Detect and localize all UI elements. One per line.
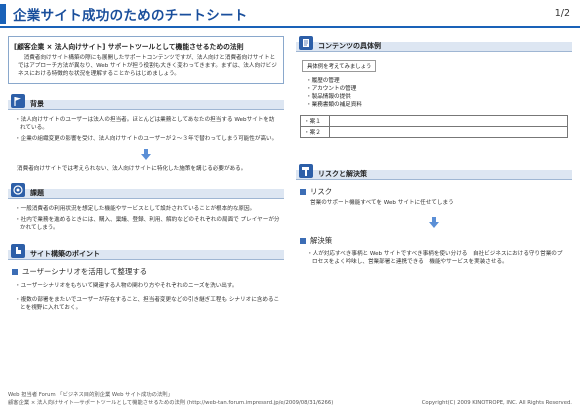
table-cell[interactable] (329, 126, 568, 138)
footer-copyright: Copyright(C) 2009 KINOTROPE, INC. All Ri… (421, 400, 572, 406)
hammer-icon (299, 164, 313, 178)
header-rule (0, 26, 580, 28)
table-row: ・案１ (300, 115, 568, 127)
list-item: ・企業の組織変更の影響を受け、法人向けサイトのユーザーが２～３年で替わってしまう… (15, 136, 278, 142)
down-arrow-icon (12, 145, 280, 164)
section-risks-header: リスクと解決策 (296, 164, 572, 180)
page-title: 企業サイト成功のためのチートシート (13, 8, 248, 24)
points-subheading-text: ユーザーシナリオを活用して整理する (22, 267, 148, 276)
risk-subheading: リスク (300, 186, 568, 197)
section-issues-title: 課題 (30, 189, 44, 197)
risks-body: リスク 営業のサポート機能すべてを Web サイトに任せてしまう 解決策 ・人が… (296, 179, 572, 266)
left-column: [顧客企業 × 法人向けサイト] サポートツールとして機能させるための法則 消費… (8, 36, 284, 312)
section-risks-title: リスクと解決策 (318, 170, 367, 178)
intro-title: [顧客企業 × 法人向けサイト] サポートツールとして機能させるための法則 (14, 43, 244, 51)
document-icon (299, 36, 313, 50)
pointer-hand-icon (11, 244, 25, 258)
section-points-title: サイト構築のポイント (30, 250, 100, 258)
risk-label: リスク (310, 187, 333, 196)
list-item: ・法人向けサイトのユーザーは法人の担当者。ほとんどは業務としてあなたの担当する … (15, 117, 275, 131)
intro-text: 消費者向けサイト構築の際にも展開したサポートコンテンツですが、法人向けと消費者向… (18, 55, 277, 77)
background-conclusion: 消費者向けサイトでは考えられない、法人向けサイトに特化した施策を講じる必要がある… (17, 166, 247, 172)
points-body: ユーザーシナリオを活用して整理する ・ユーザーシナリオをもちいて関連する人物の関… (8, 259, 284, 312)
section-points-header: サイト構築のポイント (8, 244, 284, 260)
list-item: ・製品情報の提供 (306, 94, 351, 100)
background-body: ・法人向けサイトのユーザーは法人の担当者。ほとんどは業務としてあなたの担当する … (8, 109, 284, 173)
list-item: ・社内で業務を進めるときには、購入、稟議、登録、利用、解約などのそれぞれの局面で… (15, 217, 280, 231)
points-subheading: ユーザーシナリオを活用して整理する (12, 266, 280, 277)
square-bullet-icon (12, 268, 18, 275)
solution-text: ・人が対応すべき事柄と Web サイトですべき事柄を使い分ける 自社ビジネスにお… (307, 251, 563, 265)
list-item: ・一般消費者の利用状況を想定した機能やサービスとして設計されていることが根本的な… (15, 206, 256, 212)
square-bullet-icon (300, 237, 306, 244)
examples-body: 具体例を考えてみましょう ・履歴の管理 ・アカウントの管理 ・製品情報の提供 ・… (296, 51, 572, 138)
solution-subheading: 解決策 (300, 235, 568, 246)
down-arrow-icon (300, 213, 568, 232)
table-row: ・案２ (300, 126, 568, 138)
page-number: 1/2 (554, 8, 570, 19)
list-item: ・履歴の管理 (306, 78, 340, 84)
page-header: 企業サイト成功のためのチートシート 1/2 (0, 0, 580, 28)
footer-source: Web 担当者 Forum 「ビジネス目的別企業 Web サイト成功の法則」 (8, 392, 173, 398)
risk-text: 営業のサポート機能すべてを Web サイトに任せてしまう (310, 200, 454, 206)
ideas-table: ・案１ ・案２ (300, 115, 568, 138)
square-bullet-icon (300, 188, 306, 195)
page-footer: Web 担当者 Forum 「ビジネス目的別企業 Web サイト成功の法則」 顧… (8, 391, 572, 407)
section-background-header: 背景 (8, 94, 284, 110)
issues-body: ・一般消費者の利用状況を想定した機能やサービスとして設計されていることが根本的な… (8, 198, 284, 232)
right-column: コンテンツの具体例 具体例を考えてみましょう ・履歴の管理 ・アカウントの管理 … (296, 36, 572, 266)
flag-icon (11, 94, 25, 108)
table-cell[interactable] (329, 115, 568, 127)
section-issues-header: 課題 (8, 183, 284, 199)
list-item: ・複数の部署をまたいでユーザーが存在すること、担当者変更などの引き継ぎ工程も シ… (15, 297, 280, 311)
list-item: ・ユーザーシナリオをもちいて関連する人物の関わり方やそれぞれのニーズを洗い出す。 (15, 283, 238, 289)
examples-tag: 具体例を考えてみましょう (302, 60, 377, 72)
list-item: ・アカウントの管理 (306, 86, 357, 92)
list-item: ・業務書類の補足資料 (306, 102, 362, 108)
section-examples-title: コンテンツの具体例 (318, 42, 381, 50)
section-background-title: 背景 (30, 100, 44, 108)
solution-label: 解決策 (310, 236, 333, 245)
target-icon (11, 183, 25, 197)
table-cell: ・案１ (300, 115, 330, 127)
section-examples-header: コンテンツの具体例 (296, 36, 572, 52)
table-cell: ・案２ (300, 126, 330, 138)
header-accent-bar (0, 4, 6, 24)
intro-box: [顧客企業 × 法人向けサイト] サポートツールとして機能させるための法則 消費… (8, 36, 284, 84)
examples-list: ・履歴の管理 ・アカウントの管理 ・製品情報の提供 ・業務書類の補足資料 (300, 77, 568, 109)
